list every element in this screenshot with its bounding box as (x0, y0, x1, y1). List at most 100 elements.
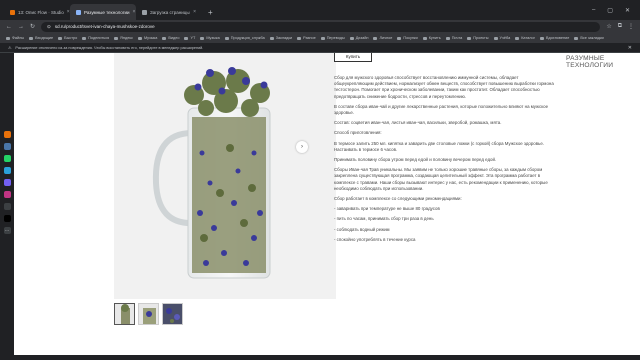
folder-icon (224, 36, 229, 40)
tab-favicon-icon (76, 9, 81, 15)
messenger-icon[interactable] (3, 131, 11, 138)
close-window-icon[interactable]: ✕ (625, 7, 630, 14)
reload-icon[interactable]: ↻ (30, 23, 35, 30)
bookmark-item[interactable]: Все закладки (574, 36, 604, 40)
bookmark-item[interactable]: Почта (445, 36, 463, 40)
window-controls: – ▢ ✕ (592, 7, 640, 20)
brand-logo[interactable]: Разумные технологии (566, 55, 626, 69)
gallery-thumbnails (114, 303, 183, 325)
browser-toolbar: ← → ↻ ⊙ sd.ru/product/tsvet-ivan-chaya-m… (0, 20, 640, 33)
back-icon[interactable]: ← (6, 24, 12, 30)
whatsapp-icon[interactable] (3, 155, 11, 162)
bookmark-item[interactable]: Музыка (137, 36, 157, 40)
folder-icon (58, 36, 63, 40)
bookmarks-bar: Файлы Входящие Быстро Поделиться Яндекс Музык… (0, 33, 640, 43)
menu-icon[interactable]: ⋮ (628, 23, 634, 30)
vk-icon[interactable] (3, 143, 11, 150)
bookmark-item[interactable]: Поделиться (82, 36, 109, 40)
bookmark-item[interactable]: Музыка (200, 36, 220, 40)
address-bar[interactable]: ⊙ sd.ru/product/tsvet-ivan-chaya-mushsko… (41, 21, 601, 32)
music-icon[interactable] (3, 203, 11, 210)
thumbnail-2[interactable] (138, 303, 159, 325)
description-paragraph: Сбор для мужского здоровья способствует … (334, 75, 554, 99)
bookmark-label: Дизайн (355, 36, 369, 40)
bookmark-item[interactable]: Вдохновение (540, 36, 569, 40)
warning-icon: ⚠ (8, 46, 12, 50)
new-tab-icon[interactable]: + (202, 8, 219, 20)
browser-tab-1[interactable]: Разумные технологии × (70, 4, 136, 20)
infobar-text: Расширение отключено из-за повреждения. … (15, 45, 204, 50)
folder-icon (114, 36, 119, 40)
bookmark-item[interactable]: Видео (162, 36, 179, 40)
minimize-icon[interactable]: – (592, 7, 595, 14)
bookmark-item[interactable]: Входящие (29, 36, 53, 40)
buy-button[interactable]: Купить (334, 53, 372, 62)
close-tab-icon[interactable]: × (132, 9, 135, 15)
x-icon[interactable] (3, 215, 11, 222)
maximize-icon[interactable]: ▢ (607, 7, 613, 14)
folder-icon (515, 36, 520, 40)
bookmark-label: Вдохновение (546, 36, 570, 40)
bookmark-item[interactable]: Яндекс (114, 36, 133, 40)
side-panel: ⋯ (0, 53, 14, 355)
product-description: Сбор для мужского здоровья способствует … (334, 75, 554, 247)
browser-tab-2[interactable]: Загрузка страницы × (136, 4, 202, 20)
bookmark-item[interactable]: Каталог (515, 36, 535, 40)
thumbnail-3[interactable] (162, 303, 183, 325)
close-infobar-icon[interactable]: ✕ (628, 45, 632, 51)
chevron-right-icon: › (301, 144, 303, 150)
bookmark-item[interactable]: Купить (422, 36, 441, 40)
folder-icon (320, 36, 325, 40)
instagram-icon[interactable] (3, 191, 11, 198)
bookmark-label: Файлы (12, 36, 25, 40)
folder-icon (29, 36, 34, 40)
bookmark-item[interactable]: Покупки (397, 36, 418, 40)
tab-bar: 13: Опис Flow · Studio × Разумные технол… (0, 0, 640, 20)
close-tab-icon[interactable]: × (193, 9, 196, 15)
description-paragraph: - пить по часам, принимать сбор три раза… (334, 216, 434, 222)
extensions-icon[interactable]: ⧉ (618, 23, 622, 30)
bookmark-label: Купить (428, 36, 441, 40)
folder-icon (137, 36, 142, 40)
tab-label: 13: Опис Flow · Studio (18, 9, 64, 15)
bookmark-item[interactable]: Проекты (467, 36, 489, 40)
forward-icon[interactable]: → (18, 24, 24, 30)
bookmark-item[interactable]: Учёба (493, 36, 510, 40)
bookmark-label: Проекты (473, 36, 489, 40)
bookmark-label: Яндекс (120, 36, 133, 40)
extension-infobar: ⚠ Расширение отключено из-за повреждения… (0, 43, 640, 53)
bookmark-item[interactable]: Личное (373, 36, 392, 40)
tab-favicon-icon (142, 9, 147, 15)
gallery-next-button[interactable]: › (296, 141, 308, 153)
description-paragraph: В составе сбора иван-чай и другие лекарс… (334, 103, 549, 116)
thumbnail-1[interactable] (114, 303, 135, 325)
site-info-icon[interactable]: ⊙ (47, 24, 51, 30)
bookmark-label: YT (190, 36, 196, 40)
bookmark-star-icon[interactable]: ☆ (606, 23, 611, 30)
folder-icon (467, 36, 472, 40)
bookmark-item[interactable]: Переводы (320, 36, 345, 40)
bookmark-label: Входящие (35, 36, 54, 40)
bookmark-item[interactable]: Разное (297, 36, 316, 40)
bookmark-item[interactable]: Продукция_служба (224, 36, 265, 40)
folder-icon (373, 36, 378, 40)
folder-icon (200, 36, 205, 40)
bookmark-label: Каталог (521, 36, 536, 40)
bookmark-item[interactable]: Закладки (269, 36, 292, 40)
bookmark-label: Разное (303, 36, 316, 40)
viber-icon[interactable] (3, 179, 11, 186)
bookmark-item[interactable]: Файлы (6, 36, 24, 40)
description-paragraph: Сборы Иван-чая Трав уникальны. Мы заявим… (334, 167, 548, 191)
url-text: sd.ru/product/tsvet-ivan-chaya-mushskoe-… (54, 24, 155, 29)
telegram-icon[interactable] (3, 167, 11, 174)
bookmark-label: Музыка (206, 36, 220, 40)
bookmark-item[interactable]: YT (184, 36, 195, 40)
browser-tab-0[interactable]: 13: Опис Flow · Studio × (4, 4, 70, 20)
bookmark-label: Покупки (403, 36, 418, 40)
bookmark-label: Почта (451, 36, 463, 40)
folder-icon (574, 36, 579, 40)
web-page: › Купить Сбор для мужского здоровья спос… (14, 53, 640, 355)
bookmark-item[interactable]: Дизайн (349, 36, 369, 40)
bookmark-item[interactable]: Быстро (58, 36, 77, 40)
more-icon[interactable]: ⋯ (3, 227, 11, 234)
